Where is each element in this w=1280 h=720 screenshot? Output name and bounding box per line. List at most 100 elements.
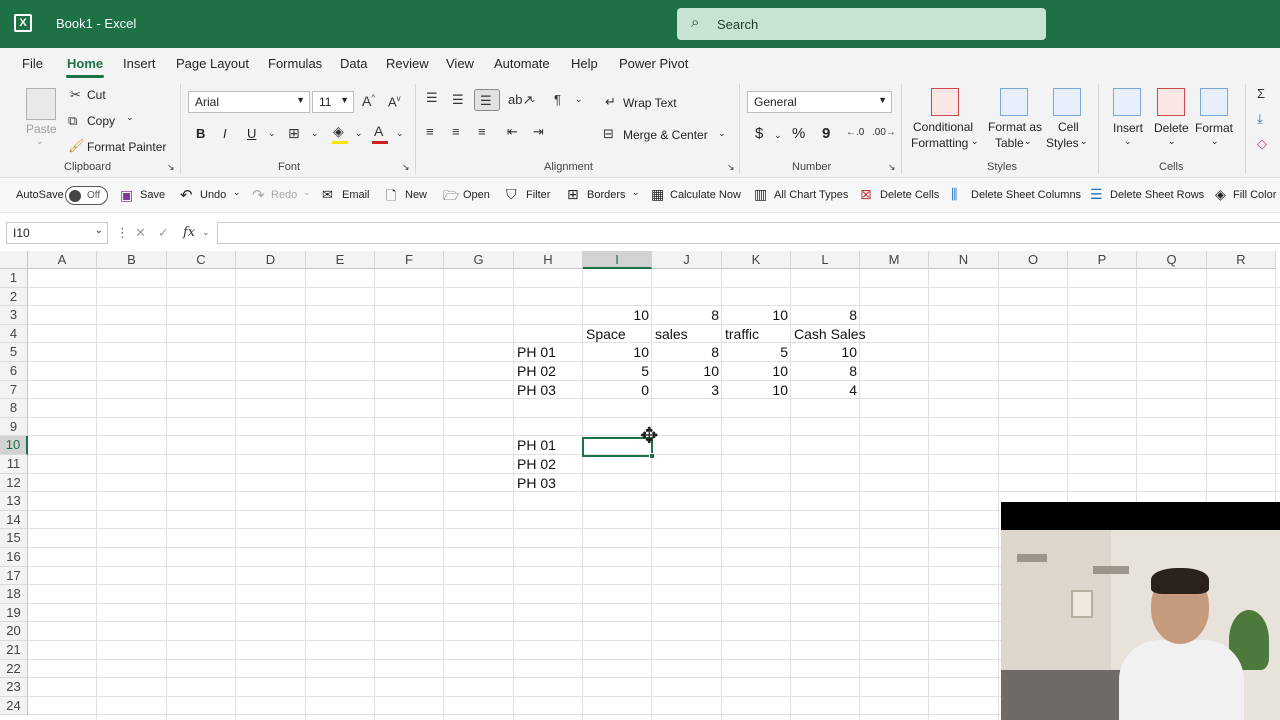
decrease-decimal-icon[interactable]: .00→	[872, 127, 896, 138]
redo-button[interactable]: Redo	[271, 189, 297, 201]
row-header-20[interactable]: 20	[0, 622, 28, 641]
cell-k6[interactable]: 10	[722, 362, 791, 381]
borders-button[interactable]: Borders	[587, 189, 626, 201]
cell-styles-label-2[interactable]: Styles	[1046, 136, 1079, 150]
cell-k7[interactable]: 10	[722, 381, 791, 400]
cell-h5[interactable]: PH 01	[514, 343, 583, 362]
delete-sheet-columns-button[interactable]: Delete Sheet Columns	[971, 189, 1081, 201]
column-header-e[interactable]: E	[306, 251, 375, 269]
undo-chevron-icon[interactable]: ⌄	[233, 187, 241, 198]
column-header-m[interactable]: M	[860, 251, 929, 269]
align-center-icon[interactable]: ≡	[452, 124, 460, 139]
cell-j6[interactable]: 10	[652, 362, 722, 381]
menu-tab-formulas[interactable]: Formulas	[268, 56, 322, 71]
currency-button[interactable]: $	[755, 125, 763, 142]
column-header-g[interactable]: G	[444, 251, 514, 269]
new-button[interactable]: New	[405, 189, 427, 201]
insert-cells-icon[interactable]	[1113, 88, 1141, 116]
orientation-chevron-icon[interactable]: ⌄	[529, 94, 537, 105]
cell-j4[interactable]: sales	[652, 325, 722, 344]
borders-icon[interactable]: ⊞	[288, 125, 300, 142]
row-header-17[interactable]: 17	[0, 566, 28, 586]
cell-styles-chevron-icon[interactable]: ⌄	[1080, 136, 1088, 147]
underline-chevron-icon[interactable]: ⌄	[268, 128, 276, 139]
cell-h6[interactable]: PH 02	[514, 362, 583, 381]
fill-handle[interactable]	[649, 453, 655, 459]
wrap-text-button[interactable]: Wrap Text	[623, 96, 677, 110]
column-header-q[interactable]: Q	[1137, 251, 1207, 269]
column-header-k[interactable]: K	[722, 251, 791, 269]
menu-tab-home[interactable]: Home	[67, 56, 103, 71]
cell-j5[interactable]: 8	[652, 343, 722, 362]
paste-icon[interactable]	[26, 88, 56, 120]
decrease-indent-icon[interactable]: ⇤	[507, 124, 518, 140]
row-header-4[interactable]: 4	[0, 324, 28, 344]
row-header-10[interactable]: 10	[0, 436, 28, 455]
insert-function-button[interactable]: fx	[183, 225, 195, 240]
row-header-3[interactable]: 3	[0, 306, 28, 325]
row-header-6[interactable]: 6	[0, 362, 28, 381]
conditional-formatting-label-1[interactable]: Conditional	[913, 120, 973, 134]
row-header-9[interactable]: 9	[0, 417, 28, 437]
cell-l7[interactable]: 4	[791, 381, 860, 400]
row-header-18[interactable]: 18	[0, 585, 28, 604]
cell-styles-label-1[interactable]: Cell	[1058, 120, 1079, 134]
font-launcher-icon[interactable]: ↘	[402, 162, 410, 173]
underline-button[interactable]: U	[247, 126, 256, 141]
delete-sheet-rows-button[interactable]: Delete Sheet Rows	[1110, 189, 1204, 201]
number-format-combo[interactable]: General ▼	[747, 91, 892, 113]
column-header-p[interactable]: P	[1068, 251, 1137, 269]
clear-icon[interactable]: ◇	[1257, 136, 1267, 152]
italic-button[interactable]: I	[223, 126, 227, 141]
conditional-chevron-icon[interactable]: ⌄	[971, 136, 979, 147]
menu-tab-page-layout[interactable]: Page Layout	[176, 56, 249, 71]
cell-j7[interactable]: 3	[652, 381, 722, 400]
more-options-icon[interactable]: ⋮	[116, 225, 129, 241]
column-header-i[interactable]: I	[583, 251, 652, 269]
currency-chevron-icon[interactable]: ⌄	[774, 130, 782, 141]
enter-icon[interactable]: ✓	[158, 225, 169, 241]
row-header-2[interactable]: 2	[0, 287, 28, 307]
cell-h7[interactable]: PH 03	[514, 381, 583, 400]
row-header-22[interactable]: 22	[0, 659, 28, 679]
column-header-h[interactable]: H	[514, 251, 583, 269]
format-table-label-1[interactable]: Format as	[988, 120, 1042, 134]
font-color-chevron-icon[interactable]: ⌄	[396, 128, 404, 139]
format-chevron-icon[interactable]: ⌄	[1211, 136, 1219, 147]
cut-button[interactable]: Cut	[87, 88, 106, 102]
menu-tab-automate[interactable]: Automate	[494, 56, 550, 71]
fill-color-chevron-icon[interactable]: ⌄	[355, 128, 363, 139]
column-header-j[interactable]: J	[652, 251, 722, 269]
format-cells-button[interactable]: Format	[1195, 121, 1233, 135]
name-box[interactable]: I10 ⌄	[6, 222, 108, 244]
row-header-8[interactable]: 8	[0, 399, 28, 418]
cell-i6[interactable]: 5	[583, 362, 652, 381]
copy-chevron-icon[interactable]: ⌄	[126, 112, 134, 123]
cell-h10[interactable]: PH 01	[514, 436, 583, 455]
undo-button[interactable]: Undo	[200, 189, 226, 201]
increase-decimal-icon[interactable]: ←.0	[846, 127, 864, 138]
format-painter-button[interactable]: Format Painter	[87, 140, 166, 154]
delete-cells-icon[interactable]	[1157, 88, 1185, 116]
row-header-1[interactable]: 1	[0, 269, 28, 288]
row-header-13[interactable]: 13	[0, 492, 28, 511]
search-box[interactable]: ⌕ Search	[677, 8, 1046, 40]
all-chart-types-button[interactable]: All Chart Types	[774, 189, 848, 201]
fill-color-icon[interactable]: ◈	[333, 123, 344, 140]
align-middle-icon[interactable]: ☰	[452, 92, 464, 108]
paragraph-chevron-icon[interactable]: ⌄	[575, 94, 583, 105]
function-chevron-icon[interactable]: ⌄	[202, 227, 210, 238]
row-header-14[interactable]: 14	[0, 510, 28, 530]
row-header-11[interactable]: 11	[0, 455, 28, 474]
column-header-a[interactable]: A	[28, 251, 97, 269]
merge-chevron-icon[interactable]: ⌄	[718, 128, 726, 139]
cell-l5[interactable]: 10	[791, 343, 860, 362]
filter-button[interactable]: Filter	[526, 189, 550, 201]
align-top-icon[interactable]: ☰	[426, 90, 438, 106]
paste-chevron-icon[interactable]: ⌄	[36, 136, 44, 147]
cell-i5[interactable]: 10	[583, 343, 652, 362]
redo-chevron-icon[interactable]: ⌄	[303, 187, 311, 198]
menu-tab-view[interactable]: View	[446, 56, 474, 71]
borders-chevron-icon[interactable]: ⌄	[632, 187, 640, 198]
row-header-23[interactable]: 23	[0, 678, 28, 697]
